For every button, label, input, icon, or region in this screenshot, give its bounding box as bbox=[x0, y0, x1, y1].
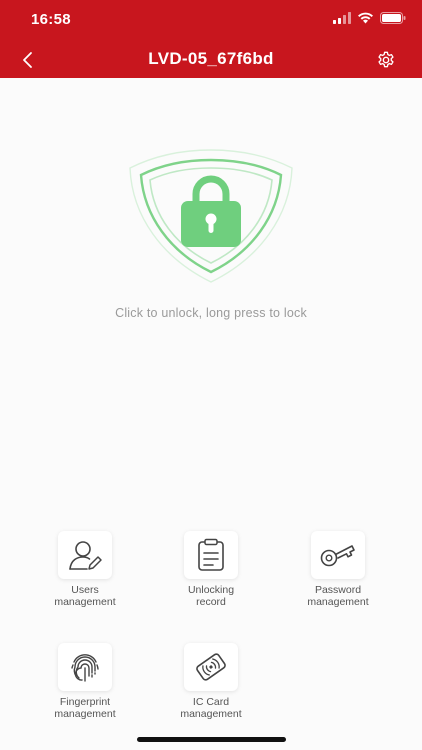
tile-icon-box bbox=[311, 531, 365, 579]
status-icons bbox=[333, 12, 406, 24]
password-management-button[interactable]: Password management bbox=[283, 531, 393, 608]
fingerprint-icon bbox=[71, 654, 99, 682]
tile-label: Unlocking record bbox=[187, 584, 235, 608]
cellular-signal-icon bbox=[333, 12, 351, 24]
tile-label: Users management bbox=[54, 584, 116, 608]
ic-card-management-button[interactable]: IC Card management bbox=[156, 643, 266, 720]
shield-lock-icon bbox=[129, 149, 293, 283]
tile-icon-box bbox=[184, 643, 238, 691]
battery-icon bbox=[380, 12, 406, 24]
tile-icon-box bbox=[184, 531, 238, 579]
tile-label: Password management bbox=[307, 584, 369, 608]
tile-icon-box bbox=[58, 531, 112, 579]
key-icon bbox=[320, 545, 355, 567]
lock-toggle-button[interactable] bbox=[126, 146, 296, 284]
wifi-icon bbox=[358, 12, 373, 24]
fingerprint-management-button[interactable]: Fingerprint management bbox=[30, 643, 140, 720]
settings-button[interactable] bbox=[374, 48, 398, 72]
top-bar: 16:58 LVD-05_67f6bd bbox=[0, 0, 422, 78]
clipboard-icon bbox=[198, 538, 224, 571]
lock-hint-text: Click to unlock, long press to lock bbox=[115, 306, 307, 320]
home-indicator bbox=[137, 737, 286, 742]
page-title: LVD-05_67f6bd bbox=[148, 49, 274, 68]
gear-icon bbox=[378, 51, 394, 68]
users-management-button[interactable]: Users management bbox=[30, 531, 140, 608]
user-edit-icon bbox=[69, 541, 102, 570]
tile-icon-box bbox=[58, 643, 112, 691]
status-time: 16:58 bbox=[31, 11, 71, 28]
ic-card-icon bbox=[196, 653, 226, 681]
tile-label: Fingerprint management bbox=[54, 696, 116, 720]
unlocking-record-button[interactable]: Unlocking record bbox=[156, 531, 266, 608]
tile-label: IC Card management bbox=[180, 696, 242, 720]
